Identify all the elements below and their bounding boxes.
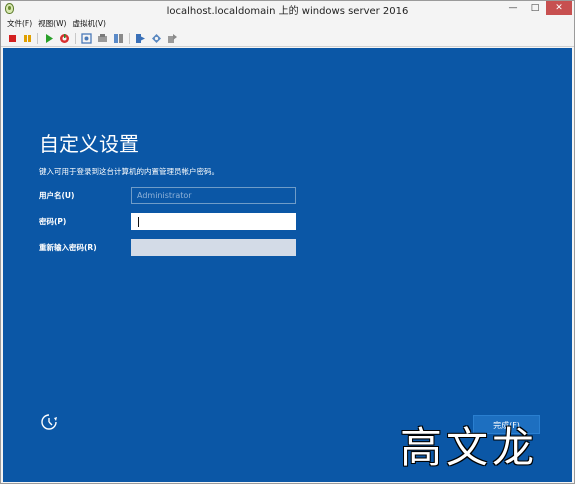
username-label: 用户名(U): [39, 191, 75, 200]
title-bar: localhost.localdomain 上的 windows server …: [1, 1, 574, 17]
page-title: 自定义设置: [39, 132, 139, 156]
password-label: 密码(P): [39, 217, 67, 226]
maximize-icon: □: [530, 3, 540, 13]
toolbar-separator: [75, 33, 76, 44]
toolbar-divider: [1, 46, 574, 47]
instruction-text: 键入可用于登录到这台计算机的内置管理员帐户密码。: [39, 167, 219, 176]
pause-icon[interactable]: [22, 33, 33, 44]
play-icon[interactable]: [43, 33, 54, 44]
repassword-field[interactable]: [131, 239, 296, 256]
menu-file[interactable]: 文件(F): [7, 17, 32, 30]
toolbar-separator: [37, 33, 38, 44]
usb-icon[interactable]: [151, 33, 162, 44]
window-title: localhost.localdomain 上的 windows server …: [166, 6, 409, 17]
reset-icon[interactable]: [59, 33, 70, 44]
menu-view[interactable]: 视图(W): [38, 17, 66, 30]
repassword-label: 重新输入密码(R): [39, 243, 97, 252]
revert-icon[interactable]: [97, 33, 108, 44]
toolbar-separator: [129, 33, 130, 44]
settings-icon[interactable]: [167, 33, 178, 44]
text-caret: [138, 217, 139, 227]
minimize-icon: —: [508, 3, 518, 13]
save-state-icon[interactable]: [113, 33, 124, 44]
stop-icon[interactable]: [7, 33, 18, 44]
toolbar: [1, 30, 574, 47]
maximize-button[interactable]: □: [524, 1, 546, 15]
close-icon: ✕: [555, 3, 563, 13]
snapshot-icon[interactable]: [81, 33, 92, 44]
vm-window: localhost.localdomain 上的 windows server …: [0, 0, 575, 484]
menu-bar: 文件(F) 视图(W) 虚拟机(V): [1, 17, 574, 30]
password-field[interactable]: [131, 213, 296, 230]
window-controls: — □ ✕: [502, 1, 572, 15]
ease-of-access-icon[interactable]: [40, 413, 58, 431]
username-field[interactable]: Administrator: [131, 187, 296, 204]
ctrl-alt-del-icon[interactable]: [135, 33, 146, 44]
menu-vm[interactable]: 虚拟机(V): [72, 17, 105, 30]
minimize-button[interactable]: —: [502, 1, 524, 15]
watermark-text: 高文龙: [400, 423, 539, 472]
close-button[interactable]: ✕: [546, 1, 572, 15]
